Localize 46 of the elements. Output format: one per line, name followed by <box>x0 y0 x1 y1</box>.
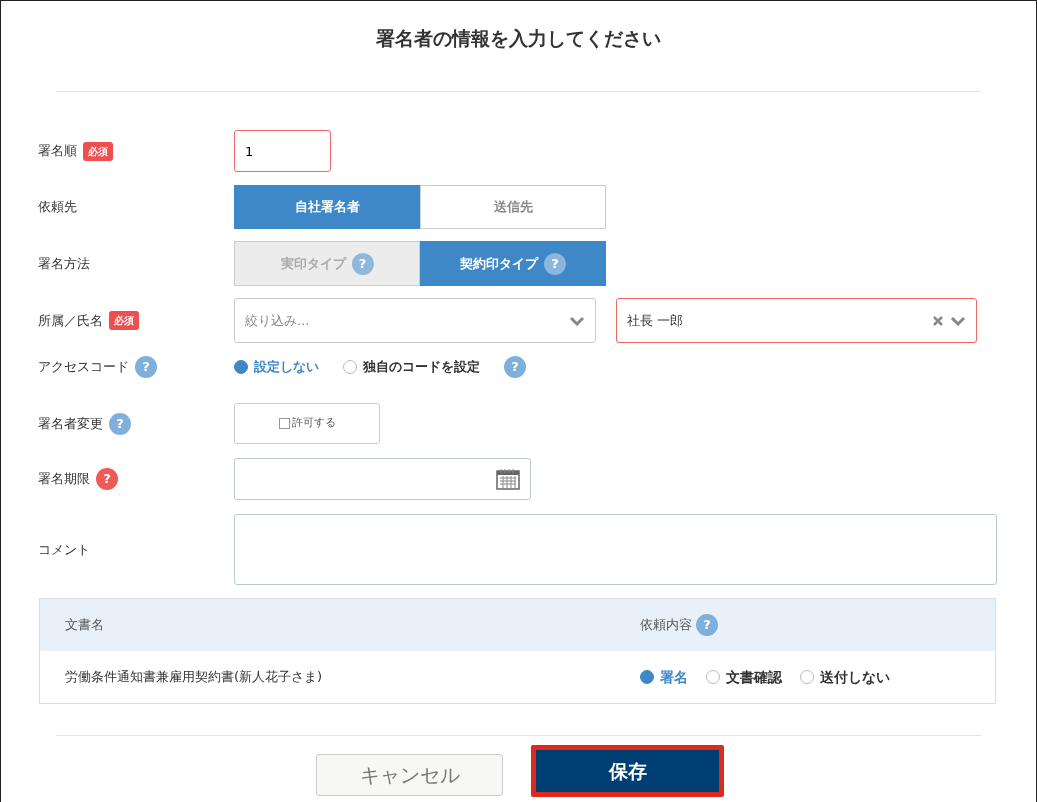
toggle-button[interactable]: 自社署名者 <box>234 185 420 229</box>
column-header: 依頼内容 <box>640 616 692 635</box>
field-label: 署名方法 <box>38 254 90 273</box>
chevron-down-icon[interactable] <box>950 315 966 326</box>
help-icon[interactable]: ? <box>109 412 131 435</box>
radio-button[interactable] <box>800 670 814 684</box>
field-label: コメント <box>38 540 90 559</box>
radio-button[interactable] <box>706 670 720 684</box>
column-header: 文書名 <box>65 617 104 633</box>
radio-button[interactable] <box>234 360 248 374</box>
radio-button[interactable] <box>343 360 357 374</box>
help-icon[interactable]: ? <box>504 356 526 378</box>
field-label: 依頼先 <box>38 198 77 217</box>
toggle-button[interactable]: 契約印タイプ ? <box>420 241 606 286</box>
input-field[interactable]: 1 <box>234 130 331 172</box>
select-field[interactable]: 社長 一郎 <box>616 298 977 343</box>
cancel-button[interactable]: キャンセル <box>316 754 503 796</box>
document-name: 労働条件通知書兼雇用契約書(新人花子さま) <box>65 669 323 685</box>
dialog-title: 署名者の情報を入力してください <box>375 26 662 51</box>
required-badge: 必須 <box>83 141 113 161</box>
field-label: 署名期限 <box>38 470 90 489</box>
field-label: 署名者変更 <box>38 414 103 433</box>
field-label: 所属／氏名 <box>38 311 103 330</box>
comment-field[interactable] <box>234 514 997 585</box>
help-icon[interactable]: ? <box>544 252 566 275</box>
select-field[interactable]: 絞り込み... <box>234 298 596 343</box>
required-badge: 必須 <box>109 311 139 330</box>
radio-button[interactable] <box>640 670 654 684</box>
help-icon[interactable]: ? <box>696 614 718 636</box>
clear-icon[interactable] <box>932 314 944 327</box>
radio-label[interactable]: 文書確認 <box>726 666 782 688</box>
field-label: アクセスコード <box>38 358 129 377</box>
calendar-icon[interactable] <box>496 468 520 490</box>
field-label: 署名順 <box>38 142 77 161</box>
save-button[interactable]: 保存 <box>531 745 724 797</box>
radio-label[interactable]: 設定しない <box>254 357 319 377</box>
date-field[interactable] <box>234 458 531 500</box>
radio-label[interactable]: 署名 <box>660 666 688 688</box>
radio-label[interactable]: 独自のコードを設定 <box>363 357 480 377</box>
help-icon[interactable]: ? <box>96 468 118 490</box>
checkbox-button[interactable]: 許可する <box>234 403 380 444</box>
chevron-down-icon[interactable] <box>569 315 585 326</box>
radio-label[interactable]: 送付しない <box>820 666 890 688</box>
checkbox[interactable] <box>278 418 290 429</box>
help-icon[interactable]: ? <box>135 356 157 378</box>
toggle-button[interactable]: 送信先 <box>420 185 606 229</box>
